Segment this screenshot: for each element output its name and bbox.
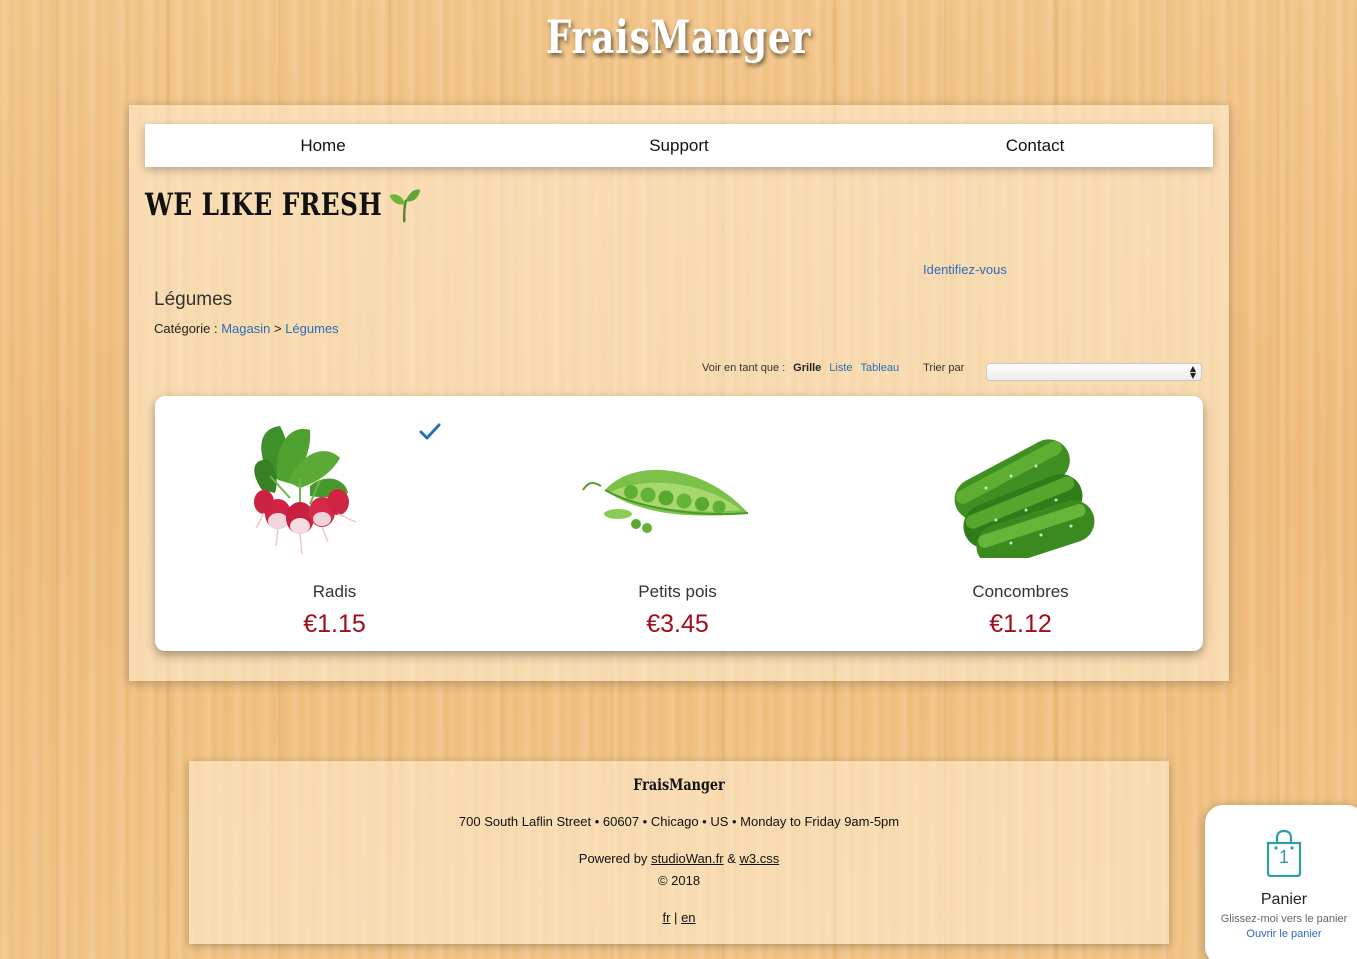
radish-image xyxy=(254,426,357,555)
product-card-petits-pois[interactable]: Petits pois €3.45 xyxy=(503,396,852,651)
sort-label: Trier par xyxy=(923,362,965,374)
footer-powered-by: Powered by studioWan.fr & w3.css xyxy=(189,851,1169,866)
cart-subtitle: Glissez-moi vers le panier xyxy=(1220,913,1348,925)
cart-count: 1 xyxy=(1278,847,1289,867)
product-image-concombres[interactable] xyxy=(846,418,1195,568)
product-image-radis[interactable] xyxy=(160,418,509,558)
view-mode-label: Voir en tant que : xyxy=(702,362,786,374)
studiowan-link[interactable]: studioWan.fr xyxy=(651,851,724,866)
check-icon xyxy=(419,423,441,440)
sort-select[interactable]: ▲ ▼ xyxy=(986,363,1202,381)
main-panel: Home Support Contact We like fresh Ident… xyxy=(129,105,1229,681)
product-price-petits-pois: €3.45 xyxy=(646,610,709,638)
language-switcher: fr | en xyxy=(189,910,1169,925)
lang-separator: | xyxy=(674,910,678,925)
tagline: We like fresh xyxy=(145,187,422,223)
tagline-text: We like fresh xyxy=(145,187,383,223)
product-name-concombres[interactable]: Concombres xyxy=(846,582,1195,602)
category-title: Légumes xyxy=(154,289,233,310)
peas-image xyxy=(582,469,749,533)
product-name-petits-pois[interactable]: Petits pois xyxy=(503,582,852,602)
breadcrumb-link-category[interactable]: Légumes xyxy=(285,321,338,336)
cart-widget[interactable]: 1 Panier Glissez-moi vers le panier Ouvr… xyxy=(1205,805,1357,959)
cart-title: Panier xyxy=(1260,891,1308,908)
breadcrumb: Catégorie : Magasin > Légumes xyxy=(154,321,339,336)
breadcrumb-prefix: Catégorie : xyxy=(154,321,218,336)
breadcrumb-link-store[interactable]: Magasin xyxy=(221,321,270,336)
cucumber-image xyxy=(954,439,1095,568)
view-option-list[interactable]: Liste xyxy=(829,362,852,374)
lang-fr-link[interactable]: fr xyxy=(662,910,670,925)
footer-address: 700 South Laflin Street • 60607 • Chicag… xyxy=(458,814,900,829)
nav-item-home[interactable]: Home xyxy=(145,124,501,167)
product-price-radis: €1.15 xyxy=(303,610,366,638)
footer: FraisManger 700 South Laflin Street • 60… xyxy=(189,761,1169,944)
powered-by-amp: & xyxy=(727,851,736,866)
product-card-concombres[interactable]: Concombres €1.12 xyxy=(846,396,1195,651)
product-image-petits-pois[interactable] xyxy=(503,418,852,558)
open-cart-link[interactable]: Ouvrir le panier xyxy=(1205,928,1357,940)
site-title[interactable]: FraisManger xyxy=(149,10,1207,64)
nav-item-support[interactable]: Support xyxy=(501,124,857,167)
breadcrumb-separator: > xyxy=(273,321,282,336)
view-mode-bar: Voir en tant que : Grille Liste Tableau … xyxy=(702,362,964,374)
lang-en-link[interactable]: en xyxy=(681,910,695,925)
product-price-concombres: €1.12 xyxy=(989,610,1052,638)
nav-item-contact[interactable]: Contact xyxy=(857,124,1213,167)
w3css-link[interactable]: w3.css xyxy=(739,851,779,866)
sprout-icon xyxy=(390,189,421,223)
product-grid: Radis €1.15 Petits pois €3.45 Concombres… xyxy=(155,396,1203,651)
footer-copyright: © 2018 xyxy=(657,873,701,888)
powered-by-label: Powered by xyxy=(578,851,648,866)
select-arrows-icon: ▲ ▼ xyxy=(1189,364,1196,380)
view-option-grid[interactable]: Grille xyxy=(793,362,821,374)
view-option-table[interactable]: Tableau xyxy=(861,362,900,374)
footer-brand: FraisManger xyxy=(633,775,725,794)
nav-bar: Home Support Contact xyxy=(145,124,1213,167)
product-card-radis[interactable]: Radis €1.15 xyxy=(160,396,509,651)
product-name-radis[interactable]: Radis xyxy=(160,582,509,602)
login-link[interactable]: Identifiez-vous xyxy=(923,262,1007,277)
